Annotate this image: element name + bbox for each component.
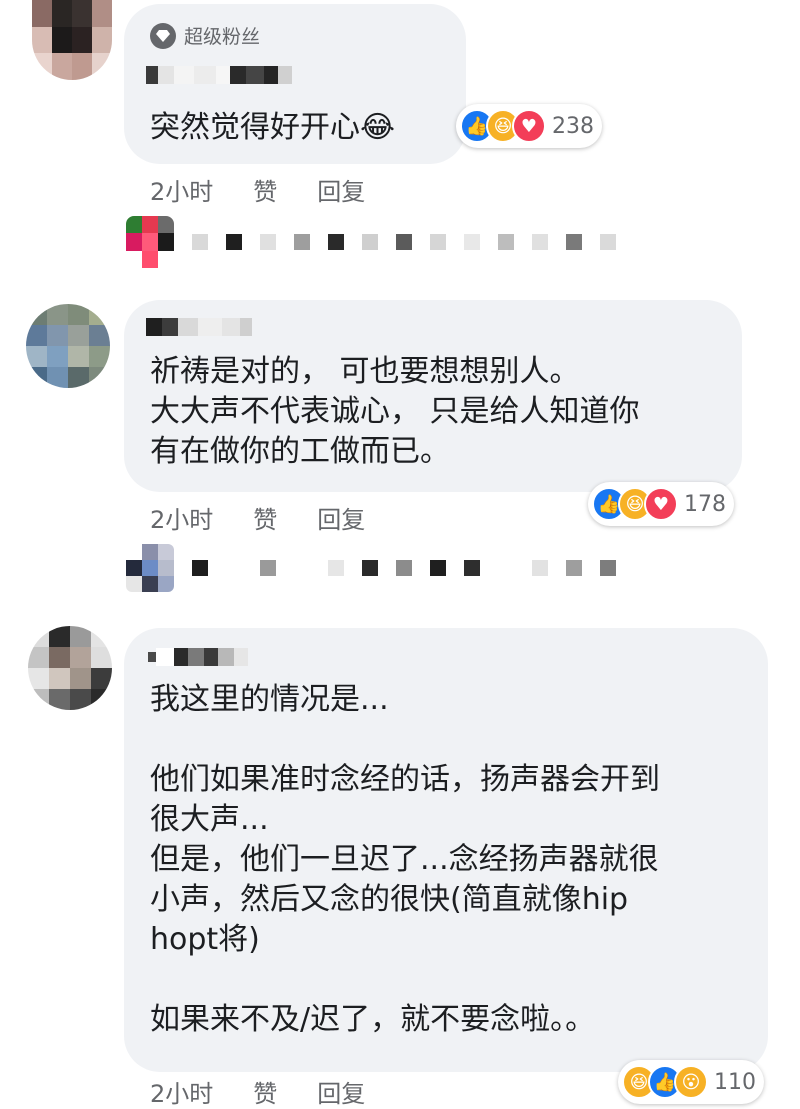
- reactions-summary-1[interactable]: 👍 😆 ♥ 238: [456, 104, 602, 148]
- comment-text-2: 祈祷是对的， 可也要想想别人。 大大声不代表诚心， 只是给人知道你 有在做你的工…: [150, 354, 640, 469]
- reaction-count-1: 238: [552, 113, 594, 139]
- commenter-avatar-1[interactable]: [32, 0, 112, 80]
- badge-label: 超级粉丝: [184, 26, 261, 48]
- top-fan-badge: 超级粉丝: [150, 22, 260, 49]
- commenter-name-2[interactable]: [146, 318, 252, 336]
- collapsed-reply-2[interactable]: [126, 544, 616, 592]
- commenter-avatar-2[interactable]: [26, 304, 110, 388]
- reply-button[interactable]: 回复: [317, 172, 365, 207]
- surprised-face-icon: 😮: [674, 1065, 708, 1099]
- comment-text-1: 突然觉得好开心😂: [150, 110, 396, 145]
- comment-bubble-3: 我这里的情况是... 他们如果准时念经的话，扬声器会开到 很大声... 但是，他…: [124, 628, 768, 1072]
- comment-text-3: 我这里的情况是... 他们如果准时念经的话，扬声器会开到 很大声... 但是，他…: [150, 682, 660, 1037]
- diamond-icon: [150, 22, 176, 49]
- heart-icon: ♥: [512, 109, 546, 143]
- comment-actions-3: 2小时 赞 回复: [150, 1074, 365, 1109]
- like-button[interactable]: 赞: [253, 1074, 277, 1109]
- heart-icon: ♥: [644, 487, 678, 521]
- reaction-count-2: 178: [684, 491, 726, 517]
- reaction-count-3: 110: [714, 1069, 756, 1095]
- commenter-name-3[interactable]: [148, 648, 248, 666]
- commenter-avatar-3[interactable]: [28, 626, 112, 710]
- timestamp[interactable]: 2小时: [150, 500, 213, 535]
- reactions-summary-2[interactable]: 👍 😆 ♥ 178: [588, 482, 734, 526]
- comment-actions-1: 2小时 赞 回复: [150, 172, 365, 207]
- reply-avatar-1: [126, 216, 174, 268]
- collapsed-reply-1[interactable]: [126, 216, 616, 268]
- like-button[interactable]: 赞: [253, 500, 277, 535]
- comment-bubble-1: 超级粉丝 突然觉得好开心😂: [124, 4, 466, 164]
- reply-preview-blurred: [192, 560, 616, 576]
- reactions-summary-3[interactable]: 😆 👍 😮 110: [618, 1060, 764, 1104]
- commenter-name-1[interactable]: [146, 66, 292, 84]
- reply-button[interactable]: 回复: [317, 500, 365, 535]
- reply-button[interactable]: 回复: [317, 1074, 365, 1109]
- reply-preview-blurred: [192, 234, 616, 250]
- reply-avatar-2: [126, 544, 174, 592]
- comment-actions-2: 2小时 赞 回复: [150, 500, 365, 535]
- comment-bubble-2: 祈祷是对的， 可也要想想别人。 大大声不代表诚心， 只是给人知道你 有在做你的工…: [124, 300, 742, 492]
- timestamp[interactable]: 2小时: [150, 172, 213, 207]
- timestamp[interactable]: 2小时: [150, 1074, 213, 1109]
- like-button[interactable]: 赞: [253, 172, 277, 207]
